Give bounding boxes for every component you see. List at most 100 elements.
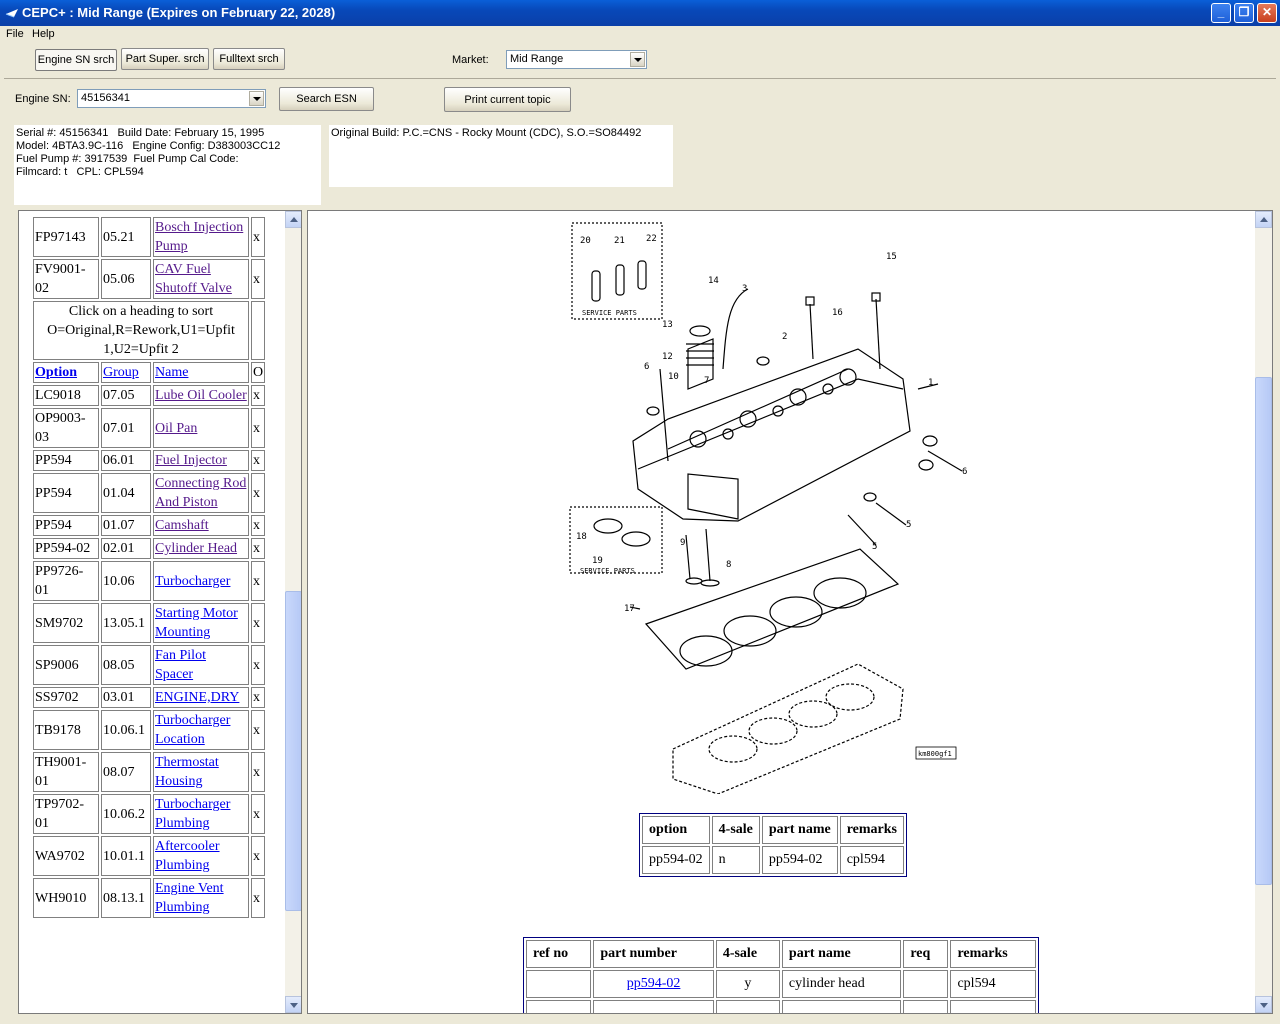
option-name-link[interactable]: Starting Motor Mounting <box>155 606 238 640</box>
scroll-down-arrow-icon[interactable] <box>1255 996 1272 1013</box>
option-name-link[interactable]: Connecting Rod And Piston <box>155 476 246 510</box>
table-cell: pp594-02 <box>642 846 710 874</box>
esn-label: Engine SN: <box>15 93 71 105</box>
tab-engine-sn-search[interactable]: Engine SN srch <box>35 49 117 71</box>
option-name-link[interactable]: ENGINE,DRY <box>155 690 239 705</box>
tab-fulltext-search[interactable]: Fulltext srch <box>213 48 285 70</box>
column-header: part number <box>593 940 714 968</box>
table-cell <box>526 1000 592 1013</box>
title-bar: CEPC+ : Mid Range (Expires on February 2… <box>0 0 1280 26</box>
name-column-header[interactable]: Name <box>155 365 188 380</box>
group-column-header[interactable]: Group <box>103 365 139 380</box>
option-name-link[interactable]: Lube Oil Cooler <box>155 388 247 403</box>
option-name-link[interactable]: Turbocharger <box>155 574 230 589</box>
scroll-down-arrow-icon[interactable] <box>285 996 301 1013</box>
engine-info-line: Filmcard: t CPL: CPL594 <box>16 166 144 178</box>
scroll-up-arrow-icon[interactable] <box>285 211 301 228</box>
callout-label: 19 <box>592 556 603 566</box>
table-row: SM9702 13.05.1 Starting Motor Mounting x <box>33 603 266 643</box>
table-cell <box>715 1000 780 1013</box>
option-name-link[interactable]: Fuel Injector <box>155 453 227 468</box>
option-group: 01.04 <box>101 473 151 513</box>
close-button[interactable]: ✕ <box>1257 3 1277 23</box>
minimize-button[interactable]: _ <box>1211 3 1231 23</box>
service-parts-label: SERVICE PARTS <box>580 567 635 575</box>
callout-label: 6 <box>644 362 649 372</box>
option-group: 08.05 <box>101 645 151 685</box>
option-name-cell: Lube Oil Cooler <box>153 385 249 406</box>
option-code: SS9702 <box>33 687 99 708</box>
menu-help[interactable]: Help <box>32 28 55 40</box>
option-group: 10.06.2 <box>101 794 151 834</box>
option-name-link[interactable]: Aftercooler Plumbing <box>155 839 220 873</box>
column-header: part name <box>761 816 838 844</box>
detail-scrollbar[interactable] <box>1255 211 1272 1013</box>
parts-list-table: ref no part number 4-sale part name req remar… <box>523 937 1039 1013</box>
option-group: 07.05 <box>101 385 151 406</box>
option-name-link[interactable]: Bosch Injection Pump <box>155 220 243 254</box>
column-header: remarks <box>839 816 905 844</box>
option-group: 05.21 <box>101 217 151 257</box>
callout-label: 15 <box>886 252 897 262</box>
option-name-link[interactable]: Engine Vent Plumbing <box>155 881 224 915</box>
option-code: PP9726-01 <box>33 561 99 601</box>
table-cell <box>903 1000 949 1013</box>
table-cell <box>526 970 592 998</box>
column-header: ref no <box>526 940 592 968</box>
table-cell <box>781 1000 902 1013</box>
option-name-link[interactable]: Thermostat Housing <box>155 755 219 789</box>
option-code: PP594 <box>33 473 99 513</box>
table-row: TH9001-01 08.07 Thermostat Housing x <box>33 752 266 792</box>
option-name-link[interactable]: Oil Pan <box>155 421 197 436</box>
option-name-link[interactable]: Fan Pilot Spacer <box>155 648 206 682</box>
chevron-down-icon[interactable] <box>249 91 264 106</box>
callout-label: 18 <box>576 532 587 542</box>
option-group: 13.05.1 <box>101 603 151 643</box>
callout-label: 7 <box>704 376 709 386</box>
tab-part-super-search[interactable]: Part Super. srch <box>121 48 209 70</box>
market-value: Mid Range <box>510 53 564 65</box>
option-name-cell: Connecting Rod And Piston <box>153 473 249 513</box>
chevron-down-icon[interactable] <box>630 52 645 67</box>
table-row: PP9726-01 10.06 Turbocharger x <box>33 561 266 601</box>
column-header: option <box>642 816 710 844</box>
option-name-link[interactable]: Turbocharger Plumbing <box>155 797 230 831</box>
option-origin-flag: x <box>251 561 266 601</box>
restore-button[interactable]: ❐ <box>1234 3 1254 23</box>
option-origin-flag: x <box>251 836 266 876</box>
print-topic-button[interactable]: Print current topic <box>444 87 571 112</box>
search-esn-button[interactable]: Search ESN <box>279 87 374 111</box>
menu-bar: File Help <box>0 26 1280 44</box>
parts-detail-pane[interactable]: 20 21 22 14 3 15 16 13 2 12 10 6 1 7 5 6… <box>307 210 1273 1014</box>
option-code: FP97143 <box>33 217 99 257</box>
option-name-link[interactable]: CAV Fuel Shutoff Valve <box>155 262 232 296</box>
options-header-row: Option Group Name O <box>33 362 266 383</box>
scroll-up-arrow-icon[interactable] <box>1255 211 1272 228</box>
option-name-link[interactable]: Cylinder Head <box>155 541 237 556</box>
engine-info-line: Serial #: 45156341 Build Date: February … <box>16 127 265 139</box>
scroll-thumb[interactable] <box>1255 377 1272 885</box>
option-name-link[interactable]: Camshaft <box>155 518 209 533</box>
table-cell <box>251 301 266 360</box>
option-origin-flag: x <box>251 752 266 792</box>
table-cell: cylinder head <box>781 970 902 998</box>
panel-divider <box>4 78 1276 79</box>
market-select[interactable]: Mid Range <box>506 50 647 69</box>
options-pane[interactable]: FP97143 05.21 Bosch Injection Pump x FV9001-… <box>18 210 302 1014</box>
option-name-link[interactable]: Turbocharger Location <box>155 713 230 747</box>
esn-input[interactable]: 45156341 <box>77 89 266 108</box>
option-column-header[interactable]: Option <box>35 365 77 380</box>
table-cell <box>903 970 949 998</box>
options-scrollbar[interactable] <box>285 211 301 1013</box>
menu-file[interactable]: File <box>6 28 24 40</box>
option-group: 06.01 <box>101 450 151 471</box>
callout-label: 5 <box>906 520 911 530</box>
table-row: PP594-02 02.01 Cylinder Head x <box>33 538 266 559</box>
option-origin-flag: x <box>251 878 266 918</box>
callout-label: 13 <box>662 320 673 330</box>
table-row: SP9006 08.05 Fan Pilot Spacer x <box>33 645 266 685</box>
scroll-thumb[interactable] <box>285 591 301 911</box>
callout-label: 9 <box>680 538 685 548</box>
part-number-link[interactable]: pp594-02 <box>627 976 681 991</box>
table-cell: y <box>715 970 780 998</box>
